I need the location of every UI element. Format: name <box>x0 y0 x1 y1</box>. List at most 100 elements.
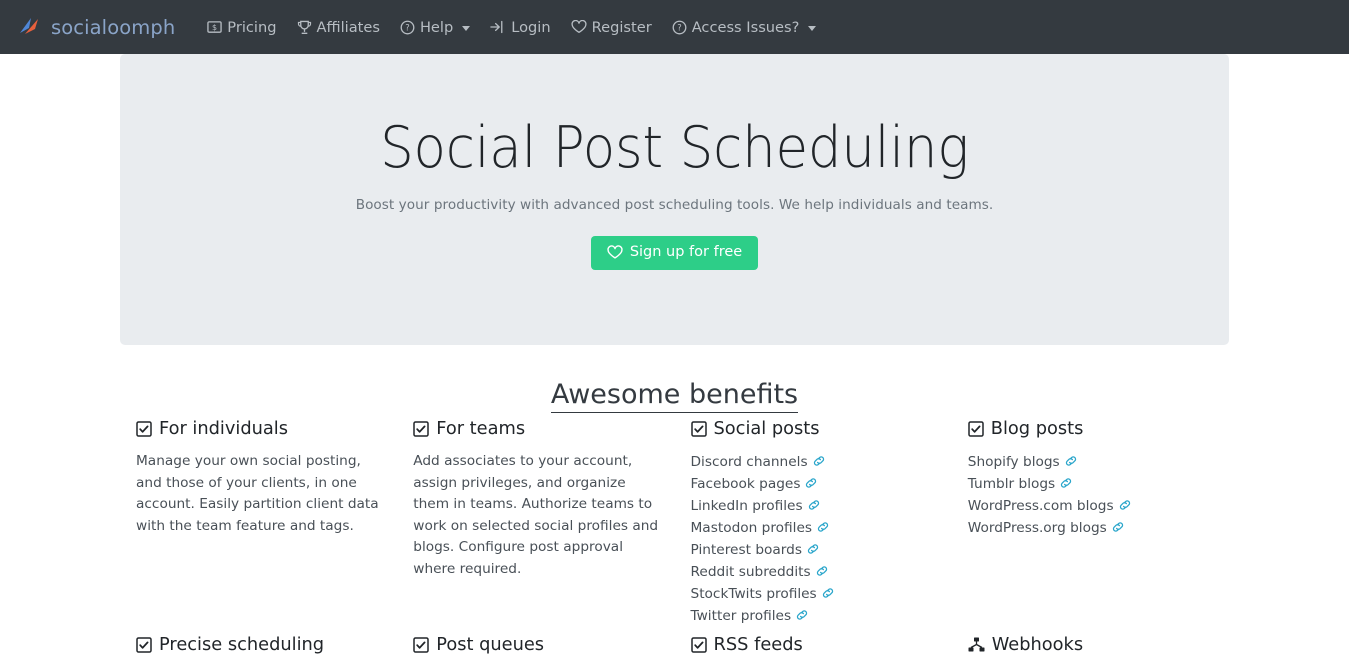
blog-posts-link-list: Shopify blogs Tumblr blogs WordPress.com… <box>968 451 1213 539</box>
trophy-icon <box>297 20 312 35</box>
nav-item-affiliates[interactable]: Affiliates <box>287 13 390 42</box>
nav-item-register[interactable]: Register <box>561 13 662 42</box>
chevron-down-icon <box>808 25 817 31</box>
chain-link-icon <box>816 520 830 534</box>
money-bill-icon: $ <box>207 20 223 34</box>
benefit-title: Post queues <box>413 634 658 655</box>
list-item[interactable]: LinkedIn profiles <box>691 495 936 517</box>
check-square-icon <box>136 420 152 437</box>
link-label[interactable]: WordPress.com blogs <box>968 498 1114 514</box>
check-square-icon <box>690 420 707 437</box>
nav-label: Affiliates <box>316 18 380 36</box>
chain-link-icon <box>1118 498 1132 512</box>
question-circle-icon: ? <box>672 20 687 35</box>
social-posts-link-list: Discord channels Facebook pages LinkedIn… <box>691 451 936 627</box>
check-square-icon <box>968 420 984 437</box>
benefit-title-text: Precise scheduling <box>159 634 325 655</box>
benefit-body: Add associates to your account, assign p… <box>413 453 659 577</box>
nav-item-pricing[interactable]: $ Pricing <box>197 13 286 42</box>
question-circle-icon: ? <box>400 20 415 35</box>
list-item[interactable]: Discord channels <box>691 451 936 473</box>
check-square-icon <box>136 636 152 653</box>
benefit-column-webhooks: Webhooks <box>952 634 1229 667</box>
svg-text:$: $ <box>212 23 217 32</box>
brand-logo-link[interactable]: socialoomph <box>14 14 179 41</box>
list-item[interactable]: StockTwits profiles <box>691 583 936 605</box>
heart-icon <box>607 244 623 260</box>
hero-subtitle: Boost your productivity with advanced po… <box>355 196 994 213</box>
sign-up-button[interactable]: Sign up for free <box>590 235 759 270</box>
benefit-title-text: For teams <box>436 418 526 439</box>
link-label[interactable]: StockTwits profiles <box>691 586 817 602</box>
nav-label: Pricing <box>227 18 277 36</box>
benefit-column-precise-scheduling: Precise scheduling <box>120 634 397 667</box>
benefit-column-rss-feeds: RSS feeds <box>675 634 952 667</box>
benefit-title-text: RSS feeds <box>713 634 803 655</box>
list-item[interactable]: Tumblr blogs <box>968 473 1213 495</box>
svg-text:?: ? <box>405 22 409 32</box>
benefits-heading-text: Awesome benefits <box>550 379 799 413</box>
nav-label: Help <box>419 18 454 36</box>
benefit-title-text: Webhooks <box>991 634 1084 655</box>
sign-in-icon <box>490 20 506 34</box>
chain-link-icon <box>795 608 809 622</box>
chain-link-icon <box>1059 476 1073 490</box>
chain-link-icon <box>804 476 818 490</box>
link-label[interactable]: Pinterest boards <box>691 542 802 558</box>
link-label[interactable]: LinkedIn profiles <box>691 498 803 514</box>
benefits-grid: For individuals Manage your own social p… <box>120 418 1229 627</box>
benefits-heading: Awesome benefits <box>0 379 1349 413</box>
socialoomph-logo-icon <box>18 17 42 37</box>
check-square-icon <box>413 636 429 653</box>
chain-link-icon <box>1064 454 1078 468</box>
brand-name: socialoomph <box>51 15 176 39</box>
benefit-title: Webhooks <box>968 634 1213 655</box>
benefits-grid-row-2: Precise scheduling Post queues RSS feeds <box>120 634 1229 667</box>
nav-label: Login <box>511 18 551 36</box>
link-label[interactable]: Twitter profiles <box>691 608 792 624</box>
link-label[interactable]: Tumblr blogs <box>968 476 1055 492</box>
benefit-title: RSS feeds <box>690 634 936 655</box>
chain-link-icon <box>807 498 821 512</box>
benefit-title-text: Blog posts <box>990 418 1084 439</box>
chain-link-icon <box>1111 520 1125 534</box>
list-item[interactable]: Pinterest boards <box>691 539 936 561</box>
list-item[interactable]: Shopify blogs <box>968 451 1213 473</box>
hero-jumbotron: Social Post Scheduling Boost your produc… <box>120 54 1229 345</box>
heart-icon <box>571 20 587 34</box>
nav-label: Register <box>591 18 652 36</box>
list-item[interactable]: WordPress.com blogs <box>968 495 1213 517</box>
chain-link-icon <box>812 454 826 468</box>
nav-item-access-issues[interactable]: ? Access Issues? <box>662 13 827 42</box>
link-label[interactable]: WordPress.org blogs <box>968 520 1107 536</box>
benefit-column-social-posts: Social posts Discord channels Facebook p… <box>675 418 952 627</box>
list-item[interactable]: Facebook pages <box>691 473 936 495</box>
benefit-title-text: Social posts <box>713 418 820 439</box>
nav-item-help[interactable]: ? Help <box>390 13 480 42</box>
benefit-column-for-teams: For teams Add associates to your account… <box>397 418 674 627</box>
top-navbar: socialoomph $ Pricing Affiliates ? Help … <box>0 0 1349 54</box>
check-square-icon <box>690 636 707 653</box>
list-item[interactable]: Twitter profiles <box>691 605 936 627</box>
page-title: Social Post Scheduling <box>380 115 969 181</box>
link-label[interactable]: Facebook pages <box>691 476 801 492</box>
chain-link-icon <box>821 586 835 600</box>
link-label[interactable]: Mastodon profiles <box>691 520 813 536</box>
list-item[interactable]: Mastodon profiles <box>691 517 936 539</box>
benefit-column-post-queues: Post queues <box>397 634 674 667</box>
chevron-down-icon <box>462 25 471 31</box>
benefit-body: Manage your own social posting, and thos… <box>136 453 379 534</box>
chain-link-icon <box>815 564 829 578</box>
benefit-title-text: For individuals <box>159 418 288 439</box>
list-item[interactable]: Reddit subreddits <box>691 561 936 583</box>
nav-label: Access Issues? <box>691 18 800 36</box>
nav-item-login[interactable]: Login <box>480 13 560 42</box>
benefit-title-text: Post queues <box>436 634 545 655</box>
link-label[interactable]: Shopify blogs <box>968 454 1060 470</box>
list-item[interactable]: WordPress.org blogs <box>968 517 1213 539</box>
link-label[interactable]: Reddit subreddits <box>691 564 811 580</box>
benefit-title: For teams <box>413 418 658 439</box>
link-label[interactable]: Discord channels <box>691 454 808 470</box>
benefit-title: Precise scheduling <box>136 634 381 655</box>
check-square-icon <box>413 420 429 437</box>
